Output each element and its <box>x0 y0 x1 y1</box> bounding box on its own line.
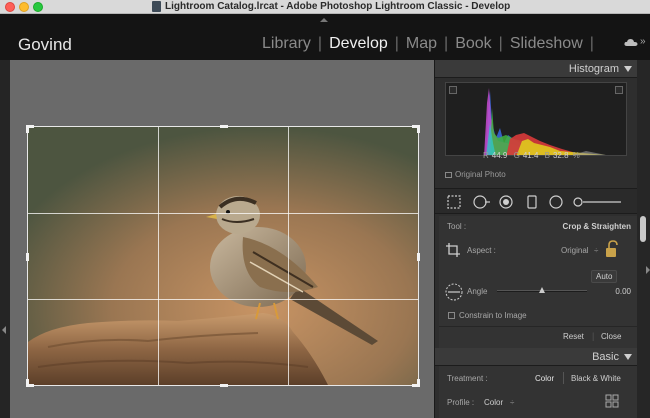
module-separator: | <box>317 35 323 52</box>
button-separator: | <box>592 331 595 341</box>
crop-overlay-tool-icon[interactable] <box>447 195 461 209</box>
document-icon <box>152 1 161 12</box>
aspect-dropdown[interactable]: Original <box>561 246 589 255</box>
identity-plate-bar: Govind Library | Develop | Map | Book | … <box>0 14 650 60</box>
original-photo-label: Original Photo <box>455 170 506 179</box>
auto-straighten-button[interactable]: Auto <box>591 270 618 283</box>
lock-icon[interactable] <box>605 240 619 258</box>
image-canvas[interactable] <box>10 60 434 418</box>
window-titlebar: Lightroom Catalog.lrcat - Adobe Photosho… <box>0 0 650 14</box>
crop-handle-left[interactable] <box>26 253 29 261</box>
angle-label: Angle <box>467 287 488 296</box>
crop-handle-right[interactable] <box>417 253 420 261</box>
histogram-curves <box>484 88 606 155</box>
module-separator: | <box>394 35 399 52</box>
crop-handle-bottom-left[interactable] <box>26 379 29 387</box>
module-map[interactable]: Map <box>406 35 437 53</box>
treatment-label: Treatment : <box>447 374 488 383</box>
crop-frame-tool-icon[interactable] <box>445 242 461 258</box>
histogram-graph[interactable] <box>445 82 627 156</box>
cloud-sync-icon[interactable] <box>624 38 638 47</box>
original-photo-toggle[interactable]: Original Photo <box>445 170 506 179</box>
treatment-color-option[interactable]: Color <box>535 374 554 383</box>
basic-header[interactable]: Basic <box>435 348 637 366</box>
module-library[interactable]: Library <box>262 35 311 53</box>
constrain-checkbox[interactable] <box>448 312 455 319</box>
collapse-triangle-icon[interactable] <box>624 66 632 72</box>
original-photo-checkbox[interactable] <box>445 171 452 178</box>
collapse-top-panel-icon[interactable] <box>320 18 328 22</box>
basic-panel: Treatment : Color Black & White Profile … <box>439 366 637 418</box>
histogram-title: Histogram <box>568 63 619 75</box>
panel-scrollbar[interactable] <box>637 60 650 418</box>
panel-scrollbar-thumb[interactable] <box>640 216 646 242</box>
angle-value[interactable]: 0.00 <box>615 287 631 296</box>
chevron-right-icon[interactable]: » <box>640 36 646 47</box>
option-separator <box>563 372 564 384</box>
g-value: 41.4 <box>522 151 539 160</box>
crop-handle-top-right[interactable] <box>417 125 420 133</box>
close-window-button[interactable] <box>5 2 15 12</box>
module-develop[interactable]: Develop <box>329 35 388 53</box>
histogram-header[interactable]: Histogram <box>435 60 637 78</box>
constrain-label: Constrain to Image <box>459 311 527 320</box>
profile-label: Profile : <box>447 398 475 407</box>
minimize-window-button[interactable] <box>19 2 29 12</box>
b-label: B <box>544 151 550 160</box>
crop-handle-top-left[interactable] <box>26 125 29 133</box>
r-label: R <box>483 151 489 160</box>
profile-dropdown[interactable]: Color <box>484 398 503 407</box>
reset-button[interactable]: Reset <box>563 332 584 341</box>
crop-overlay[interactable] <box>26 125 420 387</box>
treatment-bw-option[interactable]: Black & White <box>571 374 621 383</box>
b-value: 32.8 <box>552 151 569 160</box>
collapse-right-panel-icon[interactable] <box>646 266 650 274</box>
module-book[interactable]: Book <box>455 35 491 53</box>
basic-title: Basic <box>592 351 619 363</box>
crop-grid-line <box>28 299 418 300</box>
tool-label: Tool : <box>447 222 467 231</box>
rgb-readout: R 44.9 G 41.4 B 32.8% <box>483 151 580 160</box>
highlight-clipping-icon[interactable] <box>615 86 623 94</box>
crop-grid-line <box>288 127 289 385</box>
window-title: Lightroom Catalog.lrcat - Adobe Photosho… <box>165 1 511 12</box>
graduated-filter-tool-icon[interactable] <box>527 195 537 209</box>
red-eye-tool-icon[interactable] <box>499 195 513 209</box>
left-panel-edge[interactable] <box>0 60 10 418</box>
identity-plate: Govind <box>18 35 72 54</box>
module-separator: | <box>589 35 594 52</box>
module-slideshow[interactable]: Slideshow <box>510 35 583 53</box>
tool-strip <box>435 188 637 214</box>
right-panel: Histogram R 44.9 G 41.4 B 32.8% Original Ph… <box>434 60 650 418</box>
percent-unit: % <box>572 151 580 160</box>
g-label: G <box>513 151 520 160</box>
crop-grid-line <box>158 127 159 385</box>
aspect-dropdown-caret[interactable]: ÷ <box>594 246 598 255</box>
aspect-label: Aspect : <box>467 246 496 255</box>
crop-handle-top[interactable] <box>220 125 228 128</box>
adjustment-brush-tool-icon[interactable] <box>573 195 623 209</box>
module-separator: | <box>498 35 503 52</box>
zoom-window-button[interactable] <box>33 2 43 12</box>
crop-straighten-panel: Tool : Crop & Straighten Aspect : Origin… <box>439 216 637 348</box>
profile-dropdown-caret[interactable]: ÷ <box>510 398 514 407</box>
r-value: 44.9 <box>491 151 508 160</box>
crop-grid-line <box>28 213 418 214</box>
spot-removal-tool-icon[interactable] <box>473 195 491 209</box>
straighten-tool-icon[interactable] <box>445 283 463 301</box>
close-button[interactable]: Close <box>601 332 621 341</box>
profile-browser-grid-icon[interactable] <box>605 394 619 408</box>
crop-handle-bottom[interactable] <box>220 384 228 387</box>
module-separator: | <box>444 35 449 52</box>
tool-value: Crop & Straighten <box>562 222 631 231</box>
module-picker: Library | Develop | Map | Book | Slidesh… <box>262 35 601 53</box>
expand-left-panel-icon[interactable] <box>2 326 6 334</box>
collapse-triangle-icon[interactable] <box>624 354 632 360</box>
angle-slider-thumb[interactable] <box>539 287 545 293</box>
crop-handle-bottom-right[interactable] <box>417 379 420 387</box>
shadow-clipping-icon[interactable] <box>449 86 457 94</box>
radial-filter-tool-icon[interactable] <box>549 195 563 209</box>
divider <box>439 326 637 327</box>
